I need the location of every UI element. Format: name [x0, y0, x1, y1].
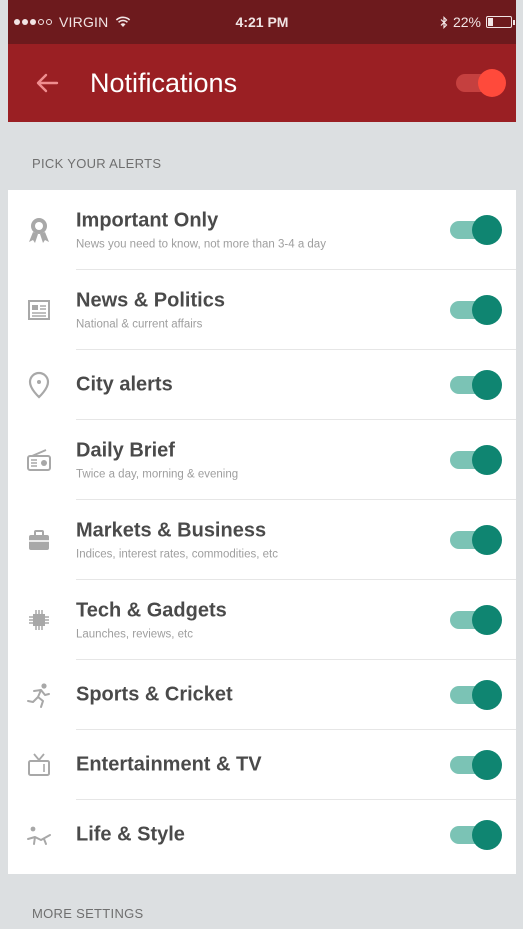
- alerts-list: Important Only News you need to know, no…: [8, 190, 516, 870]
- section-header-pick-alerts: PICK YOUR ALERTS: [8, 122, 516, 190]
- alert-row-daily-brief[interactable]: Daily Brief Twice a day, morning & eveni…: [8, 420, 516, 500]
- alert-description: Twice a day, morning & evening: [76, 468, 239, 481]
- battery-icon: [486, 16, 515, 28]
- alert-toggle-important-only[interactable]: [448, 213, 504, 247]
- alert-row-sports-cricket[interactable]: Sports & Cricket: [8, 660, 516, 730]
- status-bar: VIRGIN 4:21 PM 22%: [8, 0, 516, 44]
- page-title: Notifications: [90, 68, 238, 98]
- chip-icon: [29, 610, 49, 630]
- notifications-screen: VIRGIN 4:21 PM 22% Notifications PICK YO…: [8, 0, 516, 929]
- location-pin-icon: [28, 371, 50, 399]
- alert-label: Important Only: [76, 209, 219, 232]
- alert-description: National & current affairs: [76, 318, 203, 331]
- alert-row-news-politics[interactable]: News & Politics National & current affai…: [8, 270, 516, 350]
- newspaper-icon: [28, 300, 50, 320]
- section-header-more-settings: MORE SETTINGS: [8, 874, 516, 929]
- alert-description: Indices, interest rates, commodities, et…: [76, 548, 278, 561]
- briefcase-icon: [29, 530, 49, 550]
- alert-description: News you need to know, not more than 3-4…: [76, 238, 326, 251]
- back-arrow-icon[interactable]: [32, 68, 62, 98]
- alert-toggle-news-politics[interactable]: [448, 293, 504, 327]
- alert-toggle-daily-brief[interactable]: [448, 443, 504, 477]
- battery-percentage: 22%: [452, 14, 481, 30]
- alert-description: Launches, reviews, etc: [76, 628, 193, 641]
- alert-row-important-only[interactable]: Important Only News you need to know, no…: [8, 190, 516, 270]
- alert-toggle-markets-business[interactable]: [448, 523, 504, 557]
- alert-row-markets-business[interactable]: Markets & Business Indices, interest rat…: [8, 500, 516, 580]
- alert-row-tech-gadgets[interactable]: Tech & Gadgets Launches, reviews, etc: [8, 580, 516, 660]
- runner-icon: [27, 683, 50, 708]
- radio-icon: [27, 449, 51, 471]
- alert-label: Daily Brief: [76, 439, 175, 462]
- alert-toggle-tech-gadgets[interactable]: [448, 603, 504, 637]
- alert-label: Markets & Business: [76, 519, 267, 542]
- alert-toggle-city-alerts[interactable]: [448, 368, 504, 402]
- alert-label: Sports & Cricket: [76, 683, 233, 706]
- alert-toggle-sports-cricket[interactable]: [448, 678, 504, 712]
- app-bar: Notifications: [8, 44, 516, 122]
- master-notifications-toggle[interactable]: [454, 68, 508, 98]
- alert-label: Life & Style: [76, 823, 185, 846]
- alert-toggle-entertainment-tv[interactable]: [448, 748, 504, 782]
- tv-icon: [28, 753, 50, 776]
- alert-row-entertainment-tv[interactable]: Entertainment & TV: [8, 730, 516, 800]
- lounger-icon: [27, 826, 51, 845]
- alert-toggle-life-style[interactable]: [448, 818, 504, 852]
- alert-row-life-style[interactable]: Life & Style: [8, 800, 516, 870]
- alert-label: Entertainment & TV: [76, 753, 262, 776]
- alert-row-city-alerts[interactable]: City alerts: [8, 350, 516, 420]
- alert-label: Tech & Gadgets: [76, 599, 227, 622]
- bluetooth-icon: [440, 15, 448, 29]
- alert-label: City alerts: [76, 373, 173, 396]
- award-icon: [29, 218, 49, 243]
- alert-label: News & Politics: [76, 289, 225, 312]
